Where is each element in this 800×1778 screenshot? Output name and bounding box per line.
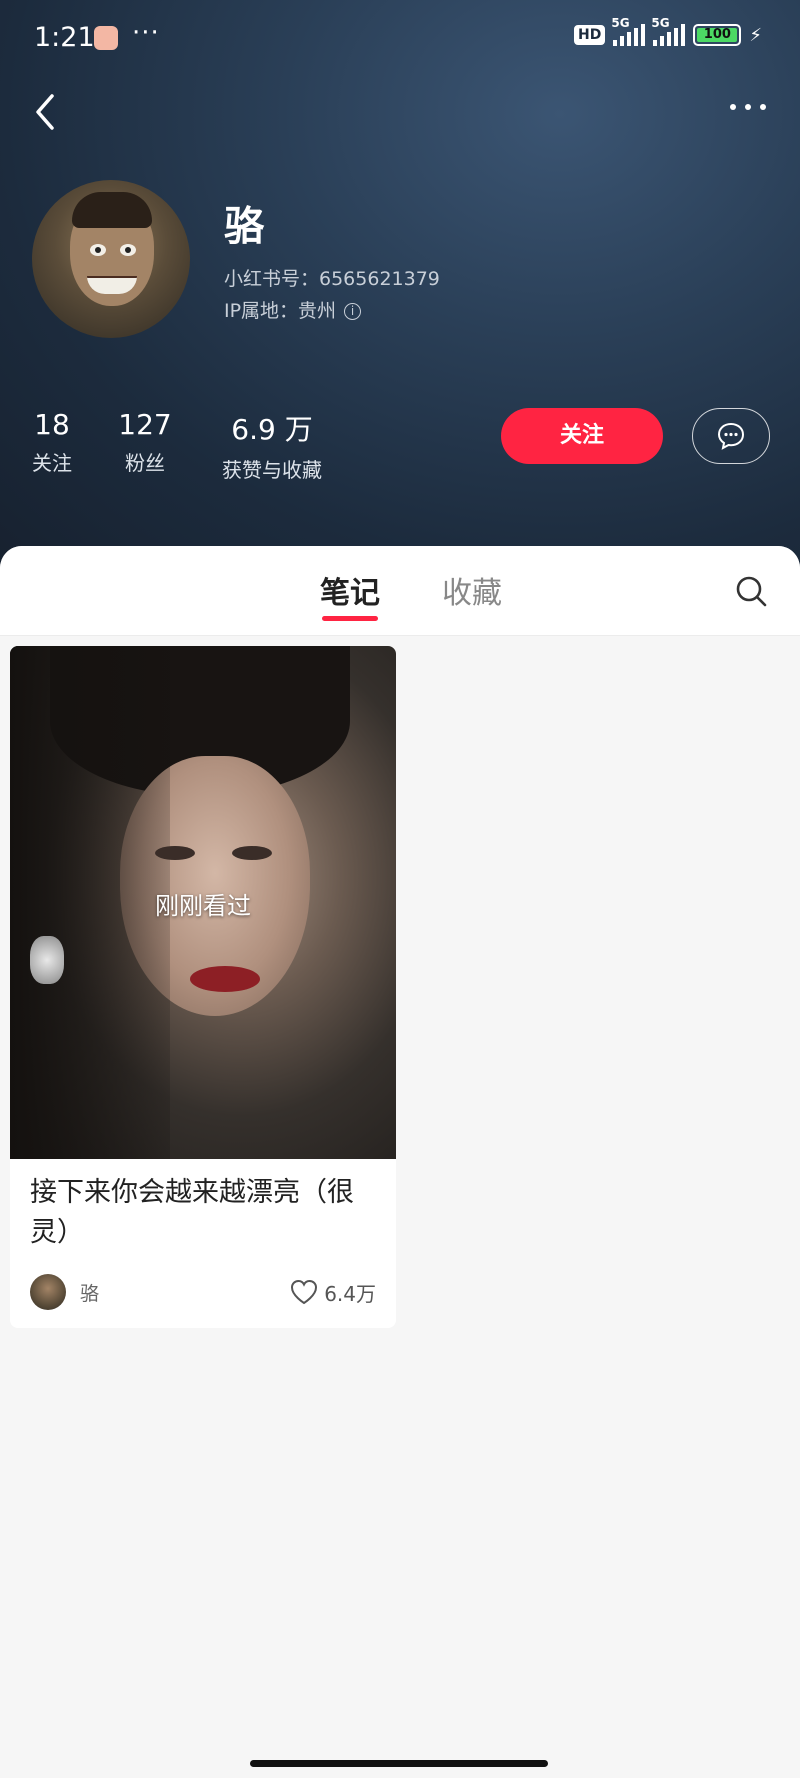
network-label-2: 5G [651,16,670,30]
stat-value: 6.9 万 [231,413,313,446]
author-avatar[interactable] [30,1274,66,1310]
more-options-icon[interactable] [730,104,766,110]
message-button[interactable] [692,408,770,464]
profile-name: 骆 [224,204,264,250]
active-tab-indicator [322,616,378,621]
stat-label: 获赞与收藏 [222,458,322,482]
note-card[interactable]: 刚刚看过 接下来你会越来越漂亮（很灵） 骆 6.4万 [10,646,396,1328]
profile-header: 1:21 ··· HD 5G 5G 100 ⚡ 骆 小红书号：656562137… [0,0,800,570]
status-indicators: HD 5G 5G 100 ⚡ [574,16,762,46]
back-arrow-icon[interactable] [30,90,66,134]
charging-icon: ⚡ [749,24,762,46]
user-id: 小红书号：6565621379 [224,268,440,290]
stat-label: 关注 [32,451,72,475]
tab-favorites[interactable]: 收藏 [442,568,502,612]
network-label-1: 5G [611,16,630,30]
status-time: 1:21 [34,22,95,53]
app-notification-icon [94,26,118,50]
status-more-icon: ··· [132,18,160,48]
home-indicator[interactable] [250,1760,548,1767]
author-name[interactable]: 骆 [80,1279,99,1306]
like-count: 6.4万 [324,1281,376,1306]
info-icon[interactable]: i [344,303,362,320]
note-title[interactable]: 接下来你会越来越漂亮（很灵） [10,1159,396,1253]
stat-label: 粉丝 [125,451,165,475]
stat-value: 127 [118,408,172,441]
stat-following[interactable]: 18 关注 [30,408,74,476]
avatar[interactable] [32,180,190,338]
battery-icon: 100 [693,24,742,46]
tab-bar: 笔记 收藏 [0,546,800,636]
ip-location-row: IP属地：贵州 i [224,296,362,323]
follow-button[interactable]: 关注 [501,408,663,464]
signal-icon-1: 5G [611,16,646,46]
just-viewed-badge: 刚刚看过 [155,892,251,920]
search-icon[interactable] [734,574,768,608]
content-panel: 笔记 收藏 刚刚看过 接下来你会越来越漂亮（很灵） 骆 6.4万 [0,546,800,1778]
note-footer: 骆 6.4万 [30,1274,376,1310]
heart-icon[interactable] [290,1279,318,1305]
chat-bubble-icon [717,422,745,450]
ip-location: IP属地：贵州 [224,300,337,322]
status-bar: 1:21 ··· HD 5G 5G 100 ⚡ [0,0,800,78]
battery-level: 100 [697,28,738,42]
hd-icon: HD [574,25,606,45]
signal-icon-2: 5G [651,16,686,46]
note-cover-image[interactable]: 刚刚看过 [10,646,396,1159]
like-group[interactable]: 6.4万 [290,1278,376,1307]
stat-value: 18 [34,408,70,441]
tab-notes[interactable]: 笔记 [320,568,380,612]
stat-likes-collects[interactable]: 6.9 万 获赞与收藏 [216,408,328,483]
stat-followers[interactable]: 127 粉丝 [118,408,172,476]
